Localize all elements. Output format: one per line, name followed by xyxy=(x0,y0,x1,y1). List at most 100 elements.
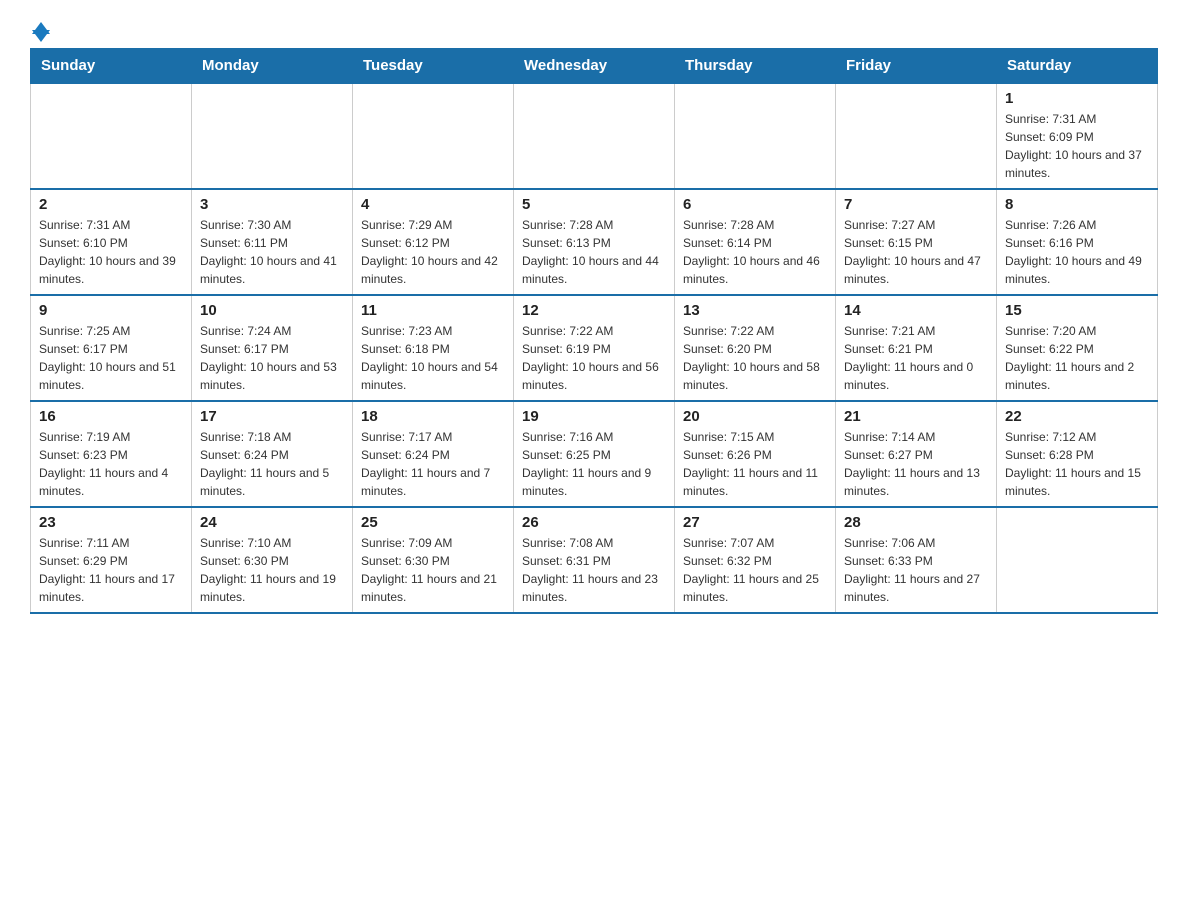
calendar-cell-4-3: 18 Sunrise: 7:17 AMSunset: 6:24 PMDayligh… xyxy=(353,401,514,507)
calendar-cell-4-6: 21 Sunrise: 7:14 AMSunset: 6:27 PMDayligh… xyxy=(836,401,997,507)
calendar-cell-5-1: 23 Sunrise: 7:11 AMSunset: 6:29 PMDayligh… xyxy=(31,507,192,613)
day-info: Sunrise: 7:06 AMSunset: 6:33 PMDaylight:… xyxy=(844,534,988,606)
calendar-cell-5-2: 24 Sunrise: 7:10 AMSunset: 6:30 PMDayligh… xyxy=(192,507,353,613)
day-number: 23 xyxy=(39,514,183,531)
day-number: 20 xyxy=(683,408,827,425)
day-info: Sunrise: 7:08 AMSunset: 6:31 PMDaylight:… xyxy=(522,534,666,606)
calendar-cell-5-7 xyxy=(997,507,1158,613)
day-info: Sunrise: 7:31 AMSunset: 6:09 PMDaylight:… xyxy=(1005,110,1149,182)
day-info: Sunrise: 7:25 AMSunset: 6:17 PMDaylight:… xyxy=(39,322,183,394)
weekday-header-wednesday: Wednesday xyxy=(514,49,675,84)
page-header xyxy=(30,20,1158,38)
day-info: Sunrise: 7:30 AMSunset: 6:11 PMDaylight:… xyxy=(200,216,344,288)
day-info: Sunrise: 7:11 AMSunset: 6:29 PMDaylight:… xyxy=(39,534,183,606)
day-info: Sunrise: 7:09 AMSunset: 6:30 PMDaylight:… xyxy=(361,534,505,606)
calendar-cell-1-1 xyxy=(31,83,192,189)
day-number: 16 xyxy=(39,408,183,425)
day-number: 13 xyxy=(683,302,827,319)
day-info: Sunrise: 7:23 AMSunset: 6:18 PMDaylight:… xyxy=(361,322,505,394)
calendar-cell-2-7: 8 Sunrise: 7:26 AMSunset: 6:16 PMDaylight… xyxy=(997,189,1158,295)
day-number: 24 xyxy=(200,514,344,531)
calendar-cell-1-7: 1 Sunrise: 7:31 AMSunset: 6:09 PMDaylight… xyxy=(997,83,1158,189)
day-number: 19 xyxy=(522,408,666,425)
day-number: 7 xyxy=(844,196,988,213)
day-number: 3 xyxy=(200,196,344,213)
day-number: 28 xyxy=(844,514,988,531)
calendar-cell-4-5: 20 Sunrise: 7:15 AMSunset: 6:26 PMDayligh… xyxy=(675,401,836,507)
logo xyxy=(30,20,50,38)
day-info: Sunrise: 7:21 AMSunset: 6:21 PMDaylight:… xyxy=(844,322,988,394)
day-info: Sunrise: 7:26 AMSunset: 6:16 PMDaylight:… xyxy=(1005,216,1149,288)
calendar-cell-3-7: 15 Sunrise: 7:20 AMSunset: 6:22 PMDayligh… xyxy=(997,295,1158,401)
day-info: Sunrise: 7:31 AMSunset: 6:10 PMDaylight:… xyxy=(39,216,183,288)
day-number: 8 xyxy=(1005,196,1149,213)
day-number: 15 xyxy=(1005,302,1149,319)
weekday-header-monday: Monday xyxy=(192,49,353,84)
day-number: 22 xyxy=(1005,408,1149,425)
calendar-cell-3-2: 10Sunrise: 7:24 AMSunset: 6:17 PMDayligh… xyxy=(192,295,353,401)
day-number: 25 xyxy=(361,514,505,531)
calendar-week-row-5: 23 Sunrise: 7:11 AMSunset: 6:29 PMDayligh… xyxy=(31,507,1158,613)
day-info: Sunrise: 7:28 AMSunset: 6:13 PMDaylight:… xyxy=(522,216,666,288)
day-number: 26 xyxy=(522,514,666,531)
day-number: 14 xyxy=(844,302,988,319)
weekday-header-sunday: Sunday xyxy=(31,49,192,84)
weekday-header-tuesday: Tuesday xyxy=(353,49,514,84)
day-info: Sunrise: 7:29 AMSunset: 6:12 PMDaylight:… xyxy=(361,216,505,288)
calendar-cell-5-4: 26 Sunrise: 7:08 AMSunset: 6:31 PMDayligh… xyxy=(514,507,675,613)
day-info: Sunrise: 7:18 AMSunset: 6:24 PMDaylight:… xyxy=(200,428,344,500)
calendar-cell-5-3: 25 Sunrise: 7:09 AMSunset: 6:30 PMDayligh… xyxy=(353,507,514,613)
calendar-cell-3-3: 11 Sunrise: 7:23 AMSunset: 6:18 PMDayligh… xyxy=(353,295,514,401)
day-info: Sunrise: 7:19 AMSunset: 6:23 PMDaylight:… xyxy=(39,428,183,500)
calendar-cell-2-1: 2 Sunrise: 7:31 AMSunset: 6:10 PMDaylight… xyxy=(31,189,192,295)
day-info: Sunrise: 7:24 AMSunset: 6:17 PMDaylight:… xyxy=(200,322,344,394)
calendar-cell-1-5 xyxy=(675,83,836,189)
day-info: Sunrise: 7:12 AMSunset: 6:28 PMDaylight:… xyxy=(1005,428,1149,500)
day-number: 5 xyxy=(522,196,666,213)
calendar-cell-2-4: 5 Sunrise: 7:28 AMSunset: 6:13 PMDaylight… xyxy=(514,189,675,295)
day-number: 2 xyxy=(39,196,183,213)
day-number: 27 xyxy=(683,514,827,531)
calendar-week-row-1: 1 Sunrise: 7:31 AMSunset: 6:09 PMDaylight… xyxy=(31,83,1158,189)
day-number: 12 xyxy=(522,302,666,319)
calendar-cell-1-3 xyxy=(353,83,514,189)
calendar-cell-2-5: 6 Sunrise: 7:28 AMSunset: 6:14 PMDaylight… xyxy=(675,189,836,295)
calendar-cell-1-6 xyxy=(836,83,997,189)
day-number: 18 xyxy=(361,408,505,425)
day-number: 9 xyxy=(39,302,183,319)
calendar-cell-1-2 xyxy=(192,83,353,189)
weekday-header-saturday: Saturday xyxy=(997,49,1158,84)
weekday-header-friday: Friday xyxy=(836,49,997,84)
day-info: Sunrise: 7:10 AMSunset: 6:30 PMDaylight:… xyxy=(200,534,344,606)
day-number: 11 xyxy=(361,302,505,319)
weekday-header-thursday: Thursday xyxy=(675,49,836,84)
calendar-table: SundayMondayTuesdayWednesdayThursdayFrid… xyxy=(30,48,1158,614)
calendar-cell-4-1: 16 Sunrise: 7:19 AMSunset: 6:23 PMDayligh… xyxy=(31,401,192,507)
day-info: Sunrise: 7:22 AMSunset: 6:20 PMDaylight:… xyxy=(683,322,827,394)
day-info: Sunrise: 7:16 AMSunset: 6:25 PMDaylight:… xyxy=(522,428,666,500)
day-info: Sunrise: 7:27 AMSunset: 6:15 PMDaylight:… xyxy=(844,216,988,288)
calendar-cell-2-2: 3 Sunrise: 7:30 AMSunset: 6:11 PMDaylight… xyxy=(192,189,353,295)
calendar-cell-5-6: 28 Sunrise: 7:06 AMSunset: 6:33 PMDayligh… xyxy=(836,507,997,613)
day-info: Sunrise: 7:28 AMSunset: 6:14 PMDaylight:… xyxy=(683,216,827,288)
day-info: Sunrise: 7:22 AMSunset: 6:19 PMDaylight:… xyxy=(522,322,666,394)
day-info: Sunrise: 7:14 AMSunset: 6:27 PMDaylight:… xyxy=(844,428,988,500)
calendar-cell-2-6: 7 Sunrise: 7:27 AMSunset: 6:15 PMDaylight… xyxy=(836,189,997,295)
day-number: 4 xyxy=(361,196,505,213)
calendar-week-row-3: 9 Sunrise: 7:25 AMSunset: 6:17 PMDaylight… xyxy=(31,295,1158,401)
day-number: 6 xyxy=(683,196,827,213)
day-info: Sunrise: 7:17 AMSunset: 6:24 PMDaylight:… xyxy=(361,428,505,500)
calendar-cell-4-4: 19 Sunrise: 7:16 AMSunset: 6:25 PMDayligh… xyxy=(514,401,675,507)
day-number: 21 xyxy=(844,408,988,425)
calendar-cell-3-1: 9 Sunrise: 7:25 AMSunset: 6:17 PMDaylight… xyxy=(31,295,192,401)
day-number: 1 xyxy=(1005,90,1149,107)
calendar-cell-3-4: 12 Sunrise: 7:22 AMSunset: 6:19 PMDayligh… xyxy=(514,295,675,401)
calendar-cell-5-5: 27 Sunrise: 7:07 AMSunset: 6:32 PMDayligh… xyxy=(675,507,836,613)
weekday-header-row: SundayMondayTuesdayWednesdayThursdayFrid… xyxy=(31,49,1158,84)
day-info: Sunrise: 7:15 AMSunset: 6:26 PMDaylight:… xyxy=(683,428,827,500)
calendar-week-row-4: 16 Sunrise: 7:19 AMSunset: 6:23 PMDayligh… xyxy=(31,401,1158,507)
calendar-week-row-2: 2 Sunrise: 7:31 AMSunset: 6:10 PMDaylight… xyxy=(31,189,1158,295)
calendar-cell-2-3: 4 Sunrise: 7:29 AMSunset: 6:12 PMDaylight… xyxy=(353,189,514,295)
day-info: Sunrise: 7:07 AMSunset: 6:32 PMDaylight:… xyxy=(683,534,827,606)
day-info: Sunrise: 7:20 AMSunset: 6:22 PMDaylight:… xyxy=(1005,322,1149,394)
